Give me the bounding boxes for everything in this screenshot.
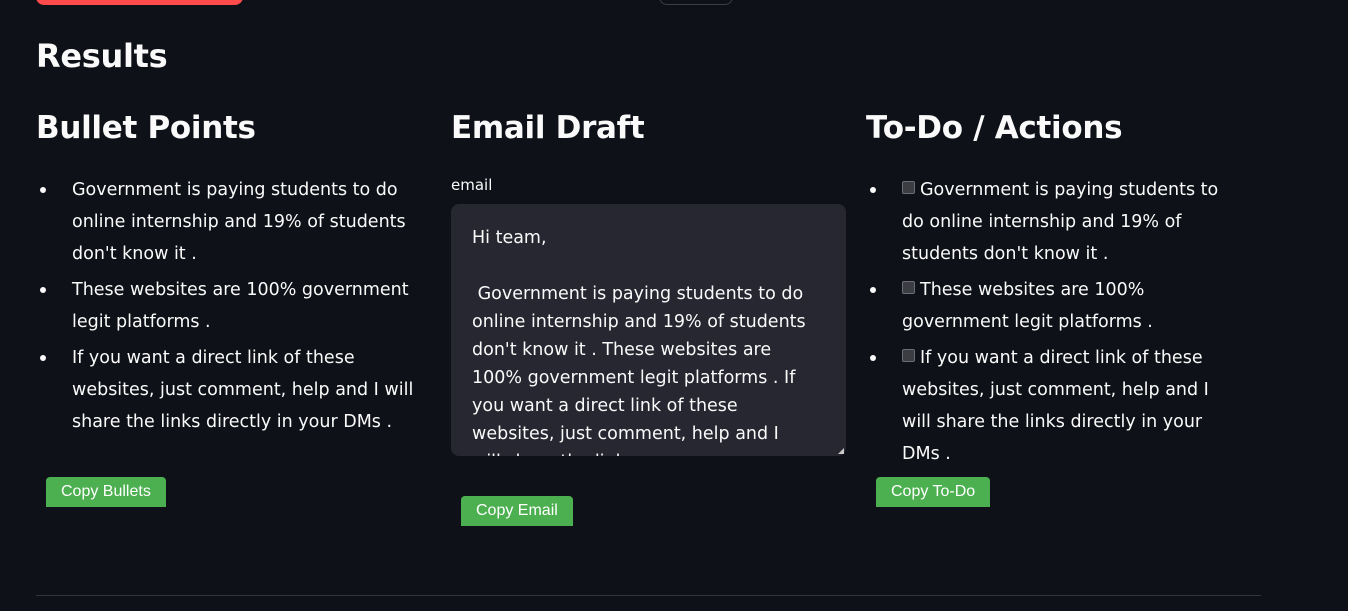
todo-text: If you want a direct link of these websi… [902,348,1209,464]
bullet-marker [870,187,876,193]
bullet-points-list: Government is paying students to do onli… [36,174,436,442]
bullet-marker [870,355,876,361]
bullet-points-column: Bullet Points Government is paying stude… [36,108,436,432]
todo-item: These websites are 100% government legit… [866,274,1238,338]
copy-todo-button[interactable]: Copy To-Do [876,477,991,507]
todo-heading: To-Do / Actions [866,110,1123,146]
bullet-marker [40,355,46,361]
primary-action-button[interactable] [36,0,243,5]
results-title: Results [36,37,168,75]
secondary-action-button[interactable] [659,0,733,5]
todo-checkbox[interactable] [902,281,915,294]
todo-item: Government is paying students to do onli… [866,174,1238,270]
list-item: These websites are 100% government legit… [36,274,436,338]
todo-checkbox[interactable] [902,349,915,362]
bullet-text: Government is paying students to do onli… [72,180,406,264]
bullet-marker [870,287,876,293]
bullet-text: These websites are 100% government legit… [72,280,409,332]
todo-list: Government is paying students to do onli… [866,174,1238,474]
bullet-marker [40,287,46,293]
todo-text: These websites are 100% government legit… [902,280,1153,332]
todo-column: To-Do / Actions Government is paying stu… [866,108,1266,464]
todo-checkbox[interactable] [902,181,915,194]
todo-item: If you want a direct link of these websi… [866,342,1238,470]
bullet-text: If you want a direct link of these websi… [72,348,414,432]
list-item: Government is paying students to do onli… [36,174,436,270]
email-draft-heading: Email Draft [451,110,645,146]
email-field-label: email [451,176,493,194]
email-draft-column: Email Draft email Hi team, Government is… [451,108,847,456]
todo-text: Government is paying students to do onli… [902,180,1219,264]
copy-bullets-button[interactable]: Copy Bullets [46,477,166,507]
resize-handle-icon[interactable] [838,448,844,454]
email-textarea[interactable]: Hi team, Government is paying students t… [451,204,846,456]
bullet-points-heading: Bullet Points [36,110,256,146]
list-item: If you want a direct link of these websi… [36,342,436,438]
bullet-marker [40,187,46,193]
section-divider [36,595,1261,596]
copy-email-button[interactable]: Copy Email [461,496,573,526]
